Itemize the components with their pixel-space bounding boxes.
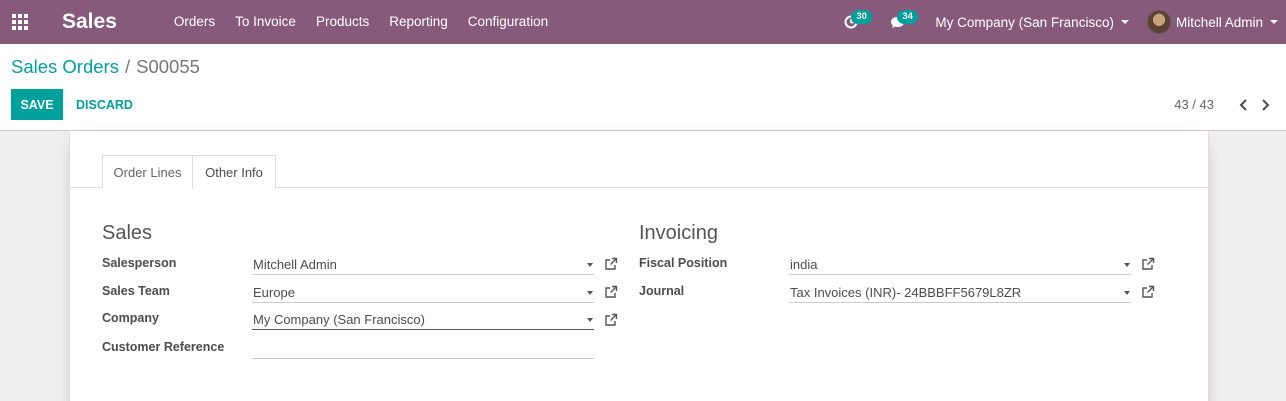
sales-team-field[interactable]: Europe (252, 281, 594, 303)
fiscal-position-label: Fiscal Position (639, 256, 728, 270)
main-menu: Orders To Invoice Products Reporting Con… (164, 0, 558, 44)
user-name: Mitchell Admin (1175, 14, 1263, 30)
control-panel: Sales Orders / S00055 SAVE DISCARD 43 / 43 (0, 44, 1286, 131)
chevron-down-icon (1120, 20, 1129, 24)
fiscal-position-external-link-icon[interactable] (1141, 257, 1155, 271)
salesperson-external-link-icon[interactable] (604, 257, 618, 271)
breadcrumb-sales-orders[interactable]: Sales Orders (11, 56, 119, 77)
chevron-down-icon (1270, 20, 1278, 24)
message-count-badge: 34 (897, 10, 918, 24)
app-name[interactable]: Sales (62, 10, 117, 34)
journal-dropdown-icon[interactable] (1124, 291, 1130, 295)
sales-team-dropdown-icon[interactable] (587, 291, 593, 295)
company-dropdown-icon[interactable] (587, 318, 593, 322)
journal-external-link-icon[interactable] (1141, 285, 1155, 299)
sales-group-title: Sales (102, 222, 153, 244)
avatar (1146, 10, 1171, 34)
form-sheet: Order Lines Other Info Sales Salesperson… (69, 131, 1209, 401)
journal-field[interactable]: Tax Invoices (INR)- 24BBBFF5679L8ZR (789, 281, 1131, 303)
salesperson-field[interactable]: Mitchell Admin (252, 253, 594, 275)
user-menu[interactable]: Mitchell Admin (1139, 10, 1286, 34)
company-field[interactable]: My Company (San Francisco) (252, 308, 594, 330)
activity-count-badge: 30 (851, 10, 872, 24)
sales-team-label: Sales Team (102, 284, 170, 298)
breadcrumb: Sales Orders / S00055 (11, 56, 200, 78)
company-switcher[interactable]: My Company (San Francisco) (925, 15, 1139, 30)
salesperson-dropdown-icon[interactable] (587, 263, 593, 267)
sales-team-external-link-icon[interactable] (604, 285, 618, 299)
breadcrumb-current-record: S00055 (136, 56, 200, 77)
customer-reference-label: Customer Reference (102, 340, 225, 354)
company-label: Company (102, 311, 159, 325)
salesperson-label: Salesperson (102, 256, 177, 270)
menu-item-orders[interactable]: Orders (164, 0, 225, 44)
activity-menu[interactable]: 30 (831, 0, 872, 44)
discard-button[interactable]: DISCARD (76, 89, 133, 120)
company-external-link-icon[interactable] (604, 313, 618, 327)
fiscal-position-dropdown-icon[interactable] (1124, 263, 1130, 267)
breadcrumb-separator: / (124, 56, 131, 77)
save-button[interactable]: SAVE (11, 89, 63, 120)
top-navbar: Sales Orders To Invoice Products Reporti… (0, 0, 1286, 44)
tab-order-lines[interactable]: Order Lines (102, 155, 193, 188)
notebook-tabs: Order Lines Other Info (70, 155, 1208, 189)
tab-other-info[interactable]: Other Info (192, 155, 276, 189)
customer-reference-field[interactable] (252, 337, 594, 359)
apps-menu-icon[interactable] (0, 0, 40, 44)
invoicing-group-title: Invoicing (639, 222, 718, 244)
pager-value[interactable]: 43 / 43 (1174, 97, 1214, 112)
pager-previous-icon[interactable] (1236, 95, 1250, 115)
menu-item-configuration[interactable]: Configuration (458, 0, 558, 44)
menu-item-reporting[interactable]: Reporting (379, 0, 458, 44)
menu-item-products[interactable]: Products (306, 0, 379, 44)
menu-item-to-invoice[interactable]: To Invoice (225, 0, 306, 44)
journal-label: Journal (639, 284, 685, 298)
pager: 43 / 43 (1174, 89, 1272, 120)
company-name: My Company (San Francisco) (935, 14, 1114, 30)
fiscal-position-field[interactable]: india (789, 253, 1131, 275)
messaging-menu[interactable]: 34 (877, 0, 918, 44)
systray: 30 34 My Company (San Francisco) Mitchel… (831, 0, 1286, 44)
pager-next-icon[interactable] (1258, 95, 1272, 115)
